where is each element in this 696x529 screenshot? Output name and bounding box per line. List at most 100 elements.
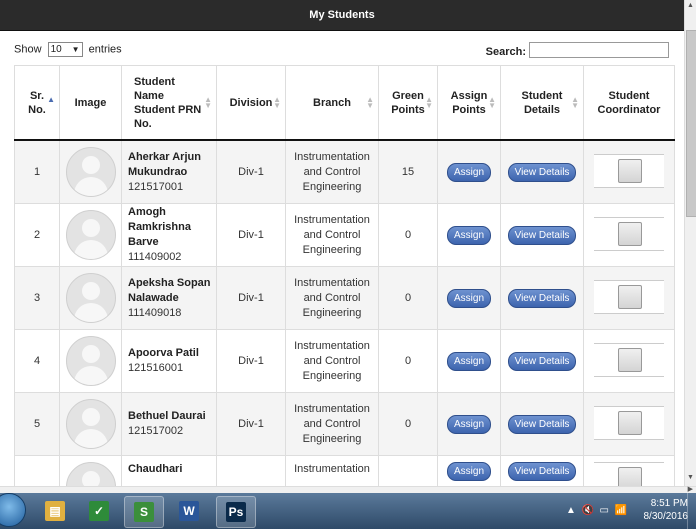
branch-line: Instrumentation: [294, 276, 370, 289]
col-student-coordinator[interactable]: Student Coordinator: [583, 65, 675, 141]
assign-cell: Assign: [437, 266, 501, 330]
details-cell: View Details: [500, 329, 584, 393]
student-prn: 111409018: [128, 306, 182, 319]
col-image-label: Image: [74, 96, 107, 109]
green-points-cell: 0: [378, 392, 438, 456]
table-row: 4 Apoorva Patil 121516001 Div-1 Instrumentat…: [14, 329, 675, 393]
scroll-right-icon[interactable]: ▶: [688, 485, 693, 493]
division-cell: Div-1: [216, 139, 286, 204]
col-division[interactable]: Division ▲ ▼: [216, 65, 286, 141]
view-details-button[interactable]: View Details: [508, 462, 576, 481]
branch-line: and Control: [303, 228, 361, 241]
clock-date: 8/30/2016: [643, 511, 689, 522]
avatar-body: [73, 177, 108, 196]
branch-line: Instrumentation: [294, 213, 370, 226]
sort-icon: ▲ ▼: [366, 94, 374, 110]
student-prn: 121516001: [128, 362, 184, 374]
table-row: 2 Amogh Ramkrishna Barve 111409002 Div-1 Instr…: [14, 203, 675, 267]
sort-icon: ▲ ▼: [488, 94, 496, 110]
division-cell: Div-1: [216, 266, 286, 330]
coordinator-checkbox[interactable]: [618, 221, 642, 246]
avatar: [65, 210, 116, 260]
student-name: Chaudhari: [128, 463, 183, 475]
scroll-down-icon[interactable]: ▼: [687, 474, 694, 481]
assign-button[interactable]: Assign: [447, 225, 491, 245]
assign-cell: Assign: [437, 203, 501, 267]
chevron-down-icon: ▼: [71, 45, 80, 54]
sr-no-cell: 4: [14, 329, 60, 393]
sort-icon: ▲ ▼: [273, 94, 281, 110]
green-points-cell: 15: [378, 139, 438, 204]
division-cell: Div-1: [216, 203, 286, 267]
avatar: [65, 399, 116, 449]
start-button[interactable]: [0, 493, 26, 527]
col-student-details[interactable]: Student Details ▲ ▼: [500, 65, 584, 141]
assign-button[interactable]: Assign: [447, 351, 491, 371]
student-prn: 111409002: [128, 251, 182, 263]
search-input[interactable]: [529, 42, 669, 58]
table-row: 1 Aherkar Arjun Mukundrao 121517001 Div-1 Ins…: [14, 139, 675, 204]
col-branch[interactable]: Branch ▲ ▼: [285, 65, 379, 141]
avatar-head: [81, 156, 100, 174]
assign-cell: Assign: [437, 329, 501, 393]
view-details-button[interactable]: View Details: [508, 225, 576, 245]
assign-button[interactable]: Assign: [447, 162, 491, 182]
taskbar-app-chart-app[interactable]: ✓: [80, 496, 118, 526]
coordinator-toggle-wrap: [594, 216, 664, 251]
image-cell: [59, 329, 122, 393]
view-details-button[interactable]: View Details: [508, 351, 576, 371]
col-assign-points[interactable]: Assign Points ▲ ▼: [437, 65, 501, 141]
sr-no-cell: 2: [14, 203, 60, 267]
scroll-thumb[interactable]: [686, 30, 696, 217]
coordinator-toggle-wrap: [594, 153, 664, 188]
view-details-button[interactable]: View Details: [508, 288, 576, 308]
student-name: Nalawade: [128, 291, 179, 304]
assign-button[interactable]: Assign: [447, 414, 491, 434]
division-cell: Div-1: [216, 329, 286, 393]
avatar-head: [81, 219, 100, 237]
assign-cell: Assign: [437, 392, 501, 456]
tray-icons[interactable]: ▲ 🔇 ▭ 📶: [566, 505, 627, 516]
branch-line: Instrumentation: [294, 150, 370, 163]
coordinator-checkbox[interactable]: [618, 347, 642, 372]
taskbar-app-file-explorer[interactable]: ▤: [36, 496, 74, 526]
taskbar: ▤ ✓ S W Ps ▲ 🔇 ▭ 📶 8:51 PM 8/30/2016: [0, 493, 696, 529]
view-details-button[interactable]: View Details: [508, 162, 576, 182]
branch-line: Engineering: [302, 306, 362, 319]
taskbar-app-presentation-app[interactable]: S: [124, 496, 164, 528]
branch-cell: Instrumentation and Control Engineering: [285, 139, 379, 204]
entries-select[interactable]: 10 ▼: [47, 42, 83, 57]
taskbar-app-word[interactable]: W: [170, 496, 208, 526]
col-student[interactable]: Student Name Student PRN No. ▲ ▼: [121, 65, 217, 141]
taskbar-app-photoshop[interactable]: Ps: [216, 496, 256, 528]
col-student-coordinator-label: Coordinator: [597, 103, 661, 116]
details-cell: View Details: [500, 203, 584, 267]
coordinator-toggle-wrap: [594, 279, 664, 314]
word-icon: W: [179, 501, 199, 521]
coordinator-cell: [583, 266, 675, 330]
coordinator-checkbox[interactable]: [618, 284, 642, 309]
col-image[interactable]: Image: [59, 65, 122, 141]
table-row: 3 Apeksha Sopan Nalawade 111409018 Div-1 Inst…: [14, 266, 675, 330]
branch-cell: Instrumentation and Control Engineering: [285, 266, 379, 330]
coordinator-checkbox[interactable]: [618, 158, 642, 183]
col-sr-no[interactable]: Sr. No. ▲: [14, 65, 60, 141]
clock[interactable]: 8:51 PM 8/30/2016: [644, 497, 689, 523]
details-cell: View Details: [500, 266, 584, 330]
scroll-up-icon[interactable]: ▲: [687, 2, 694, 9]
assign-button[interactable]: Assign: [447, 462, 491, 481]
col-green-points[interactable]: Green Points ▲ ▼: [378, 65, 438, 141]
avatar: [65, 273, 116, 323]
chart-app-icon: ✓: [89, 501, 109, 521]
assign-button[interactable]: Assign: [447, 288, 491, 308]
show-desktop-button[interactable]: [687, 493, 696, 529]
image-cell: [59, 203, 122, 267]
student-name: Aherkar Arjun: [128, 150, 201, 163]
image-cell: [59, 139, 122, 204]
student-prn: 121517001: [128, 180, 184, 193]
coordinator-checkbox[interactable]: [618, 410, 642, 435]
avatar: [65, 147, 116, 197]
vertical-scrollbar[interactable]: ▲ ▼: [684, 0, 696, 486]
coordinator-cell: [583, 392, 675, 456]
view-details-button[interactable]: View Details: [508, 414, 576, 434]
